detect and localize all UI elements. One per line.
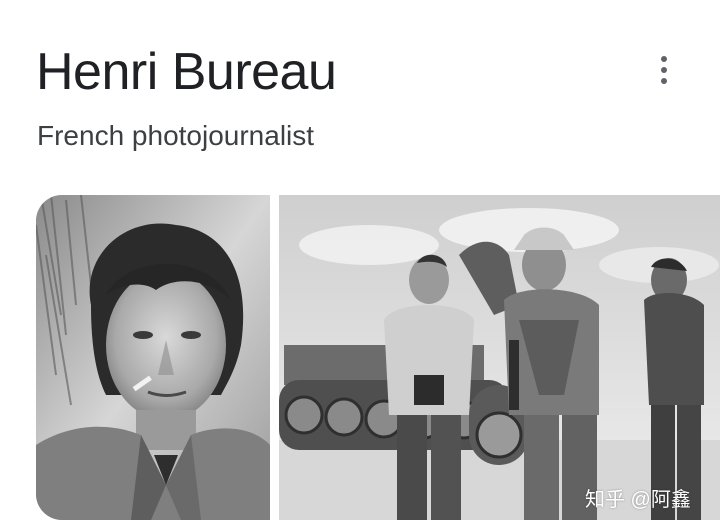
more-vert-icon-dot [661, 78, 667, 84]
more-vert-icon-dot [661, 67, 667, 73]
portrait-photo-image [36, 195, 270, 520]
watermark-text: 知乎 @阿鑫 [585, 489, 691, 511]
field-photo[interactable] [279, 195, 720, 520]
knowledge-panel: Henri Bureau French photojournalist 知乎 @… [0, 0, 720, 530]
entity-subtitle: French photojournalist [37, 120, 315, 151]
more-options-button[interactable] [644, 48, 684, 92]
more-vert-icon [661, 56, 667, 62]
portrait-photo[interactable] [36, 195, 270, 520]
field-photo-image [279, 195, 720, 520]
entity-title: Henri Bureau [36, 43, 337, 101]
